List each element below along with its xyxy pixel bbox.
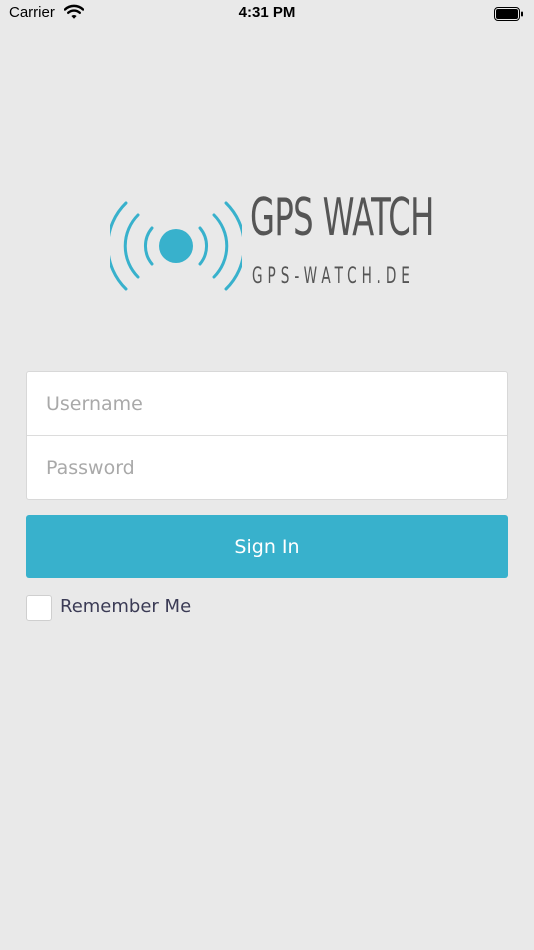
- clock-time: 4:31 PM: [238, 4, 296, 21]
- login-form: [26, 371, 508, 500]
- username-input[interactable]: [27, 372, 507, 435]
- gps-signal-icon: [106, 198, 246, 298]
- battery-icon: [494, 6, 524, 21]
- gps-watch-logo: GPS WATCH GPS-WATCH.DE: [106, 192, 434, 298]
- logo-title: GPS WATCH: [250, 188, 434, 248]
- remember-me-checkbox[interactable]: [26, 595, 52, 621]
- password-input[interactable]: [27, 436, 507, 499]
- sign-in-button[interactable]: Sign In: [26, 515, 508, 578]
- status-bar: Carrier 4:31 PM: [0, 0, 534, 28]
- logo-subtitle: GPS-WATCH.DE: [252, 264, 415, 289]
- remember-me-row[interactable]: Remember Me: [26, 595, 286, 621]
- remember-me-label[interactable]: Remember Me: [60, 596, 191, 617]
